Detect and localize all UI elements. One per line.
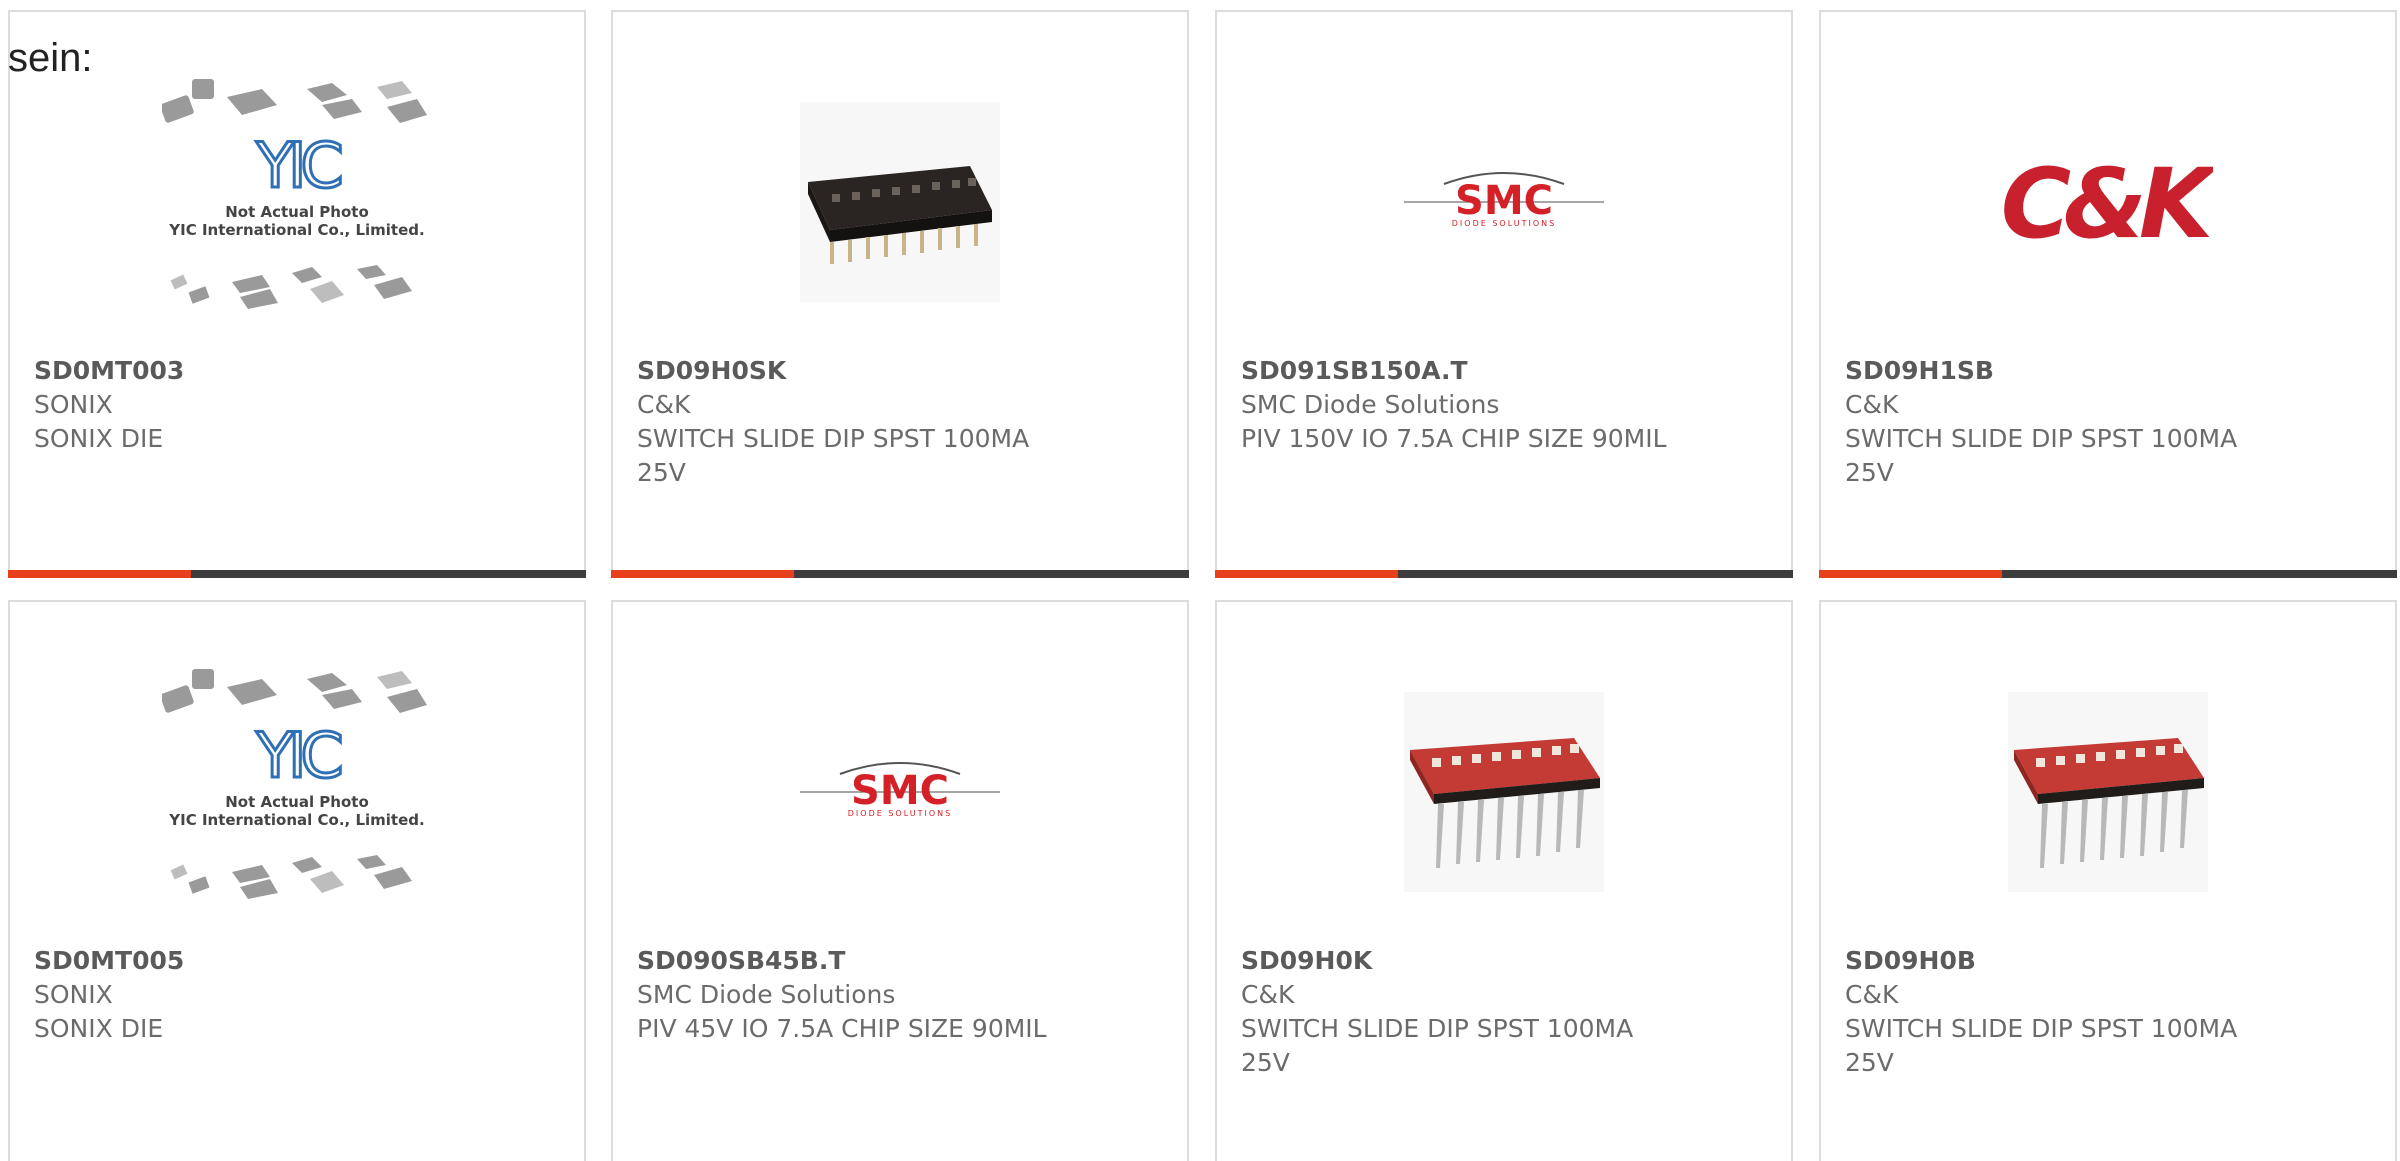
ck-logo-text: C&K: [2003, 148, 2213, 257]
red-dip-switch-image: [1404, 692, 1604, 892]
smc-logo-text: SMC: [851, 768, 949, 814]
part-number[interactable]: SD091SB150A.T: [1241, 354, 1767, 388]
part-number[interactable]: SD090SB45B.T: [637, 944, 1163, 978]
part-number[interactable]: SD09H0SK: [637, 354, 1163, 388]
manufacturer: SMC Diode Solutions: [1241, 390, 1500, 419]
description: SWITCH SLIDE DIP SPST 100MA 25V: [1845, 1014, 2238, 1077]
product-card[interactable]: SD09H0B C&K SWITCH SLIDE DIP SPST 100MA …: [1819, 600, 2397, 1161]
yic-logo: YIC: [255, 719, 340, 792]
product-info: SD09H0SK C&K SWITCH SLIDE DIP SPST 100MA…: [637, 354, 1163, 490]
manufacturer: C&K: [1241, 980, 1295, 1009]
product-card[interactable]: SD09H0SK C&K SWITCH SLIDE DIP SPST 100MA…: [611, 10, 1189, 578]
placeholder-line2: YIC International Co., Limited.: [168, 221, 424, 239]
description: SWITCH SLIDE DIP SPST 100MA 25V: [1241, 1014, 1634, 1077]
description: PIV 45V IO 7.5A CHIP SIZE 90MIL: [637, 1014, 1047, 1043]
product-card[interactable]: SMC DIODE SOLUTIONS SD091SB150A.T SMC Di…: [1215, 10, 1793, 578]
placeholder-line1: Not Actual Photo: [225, 793, 369, 811]
card-bottom-bar: [1819, 570, 2397, 578]
smc-logo-image: SMC DIODE SOLUTIONS: [1404, 172, 1604, 228]
product-card[interactable]: YIC Not Actual Photo YIC International C…: [8, 600, 586, 1161]
product-card[interactable]: YIC Not Actual Photo YIC International C…: [8, 10, 586, 578]
manufacturer: SONIX: [34, 980, 113, 1009]
card-accent: [611, 570, 794, 578]
black-smd-dip-switch-image: [800, 102, 1000, 302]
product-image: SMC DIODE SOLUTIONS: [613, 642, 1187, 942]
description: SONIX DIE: [34, 1014, 164, 1043]
smc-logo-text: SMC: [1455, 178, 1553, 224]
card-bottom-bar: [1215, 570, 1793, 578]
description: PIV 150V IO 7.5A CHIP SIZE 90MIL: [1241, 424, 1667, 453]
card-accent: [8, 570, 191, 578]
yic-logo: YIC: [255, 129, 340, 202]
yic-placeholder-image: YIC Not Actual Photo YIC International C…: [162, 79, 427, 309]
product-info: SD091SB150A.T SMC Diode Solutions PIV 15…: [1241, 354, 1767, 456]
description: SONIX DIE: [34, 424, 164, 453]
chip-icons-bottom: [170, 265, 412, 309]
manufacturer: SONIX: [34, 390, 113, 419]
chip-icons-bottom: [170, 855, 412, 899]
product-info: SD09H0K C&K SWITCH SLIDE DIP SPST 100MA …: [1241, 944, 1767, 1080]
chip-icons-top: [162, 79, 427, 123]
product-image: YIC Not Actual Photo YIC International C…: [10, 642, 584, 942]
product-image: [1217, 642, 1791, 942]
product-grid-page: sein: YIC Not Actual Photo YIC Internati…: [0, 0, 2400, 1161]
placeholder-line2: YIC International Co., Limited.: [168, 811, 424, 829]
product-card[interactable]: C&K SD09H1SB C&K SWITCH SLIDE DIP SPST 1…: [1819, 10, 2397, 578]
card-accent: [1215, 570, 1398, 578]
manufacturer: C&K: [1845, 980, 1899, 1009]
part-number[interactable]: SD09H0K: [1241, 944, 1767, 978]
ck-logo-image: C&K: [2003, 148, 2213, 257]
intro-text: sein:: [8, 36, 93, 80]
product-image: [1821, 642, 2395, 942]
product-card[interactable]: SD09H0K C&K SWITCH SLIDE DIP SPST 100MA …: [1215, 600, 1793, 1161]
product-info: SD0MT005 SONIX SONIX DIE: [34, 944, 560, 1046]
smc-logo-subtext: DIODE SOLUTIONS: [848, 809, 952, 818]
product-image: YIC Not Actual Photo YIC International C…: [10, 52, 584, 352]
yic-placeholder-image: YIC Not Actual Photo YIC International C…: [162, 669, 427, 899]
manufacturer: SMC Diode Solutions: [637, 980, 896, 1009]
product-image: SMC DIODE SOLUTIONS: [1217, 52, 1791, 352]
product-image: C&K: [1821, 52, 2395, 352]
manufacturer: C&K: [1845, 390, 1899, 419]
product-card[interactable]: SMC DIODE SOLUTIONS SD090SB45B.T SMC Dio…: [611, 600, 1189, 1161]
part-number[interactable]: SD09H1SB: [1845, 354, 2371, 388]
description: SWITCH SLIDE DIP SPST 100MA 25V: [637, 424, 1030, 487]
smc-logo-subtext: DIODE SOLUTIONS: [1452, 219, 1556, 228]
card-accent: [1819, 570, 2002, 578]
product-info: SD0MT003 SONIX SONIX DIE: [34, 354, 560, 456]
card-bottom-bar: [611, 570, 1189, 578]
description: SWITCH SLIDE DIP SPST 100MA 25V: [1845, 424, 2238, 487]
product-info: SD090SB45B.T SMC Diode Solutions PIV 45V…: [637, 944, 1163, 1046]
red-dip-switch-image: [2008, 692, 2208, 892]
part-number[interactable]: SD0MT003: [34, 354, 560, 388]
card-bottom-bar: [8, 570, 586, 578]
smc-logo-image: SMC DIODE SOLUTIONS: [800, 762, 1000, 818]
part-number[interactable]: SD09H0B: [1845, 944, 2371, 978]
product-info: SD09H1SB C&K SWITCH SLIDE DIP SPST 100MA…: [1845, 354, 2371, 490]
product-image: [613, 52, 1187, 352]
chip-icons-top: [162, 669, 427, 713]
product-info: SD09H0B C&K SWITCH SLIDE DIP SPST 100MA …: [1845, 944, 2371, 1080]
part-number[interactable]: SD0MT005: [34, 944, 560, 978]
manufacturer: C&K: [637, 390, 691, 419]
placeholder-line1: Not Actual Photo: [225, 203, 369, 221]
